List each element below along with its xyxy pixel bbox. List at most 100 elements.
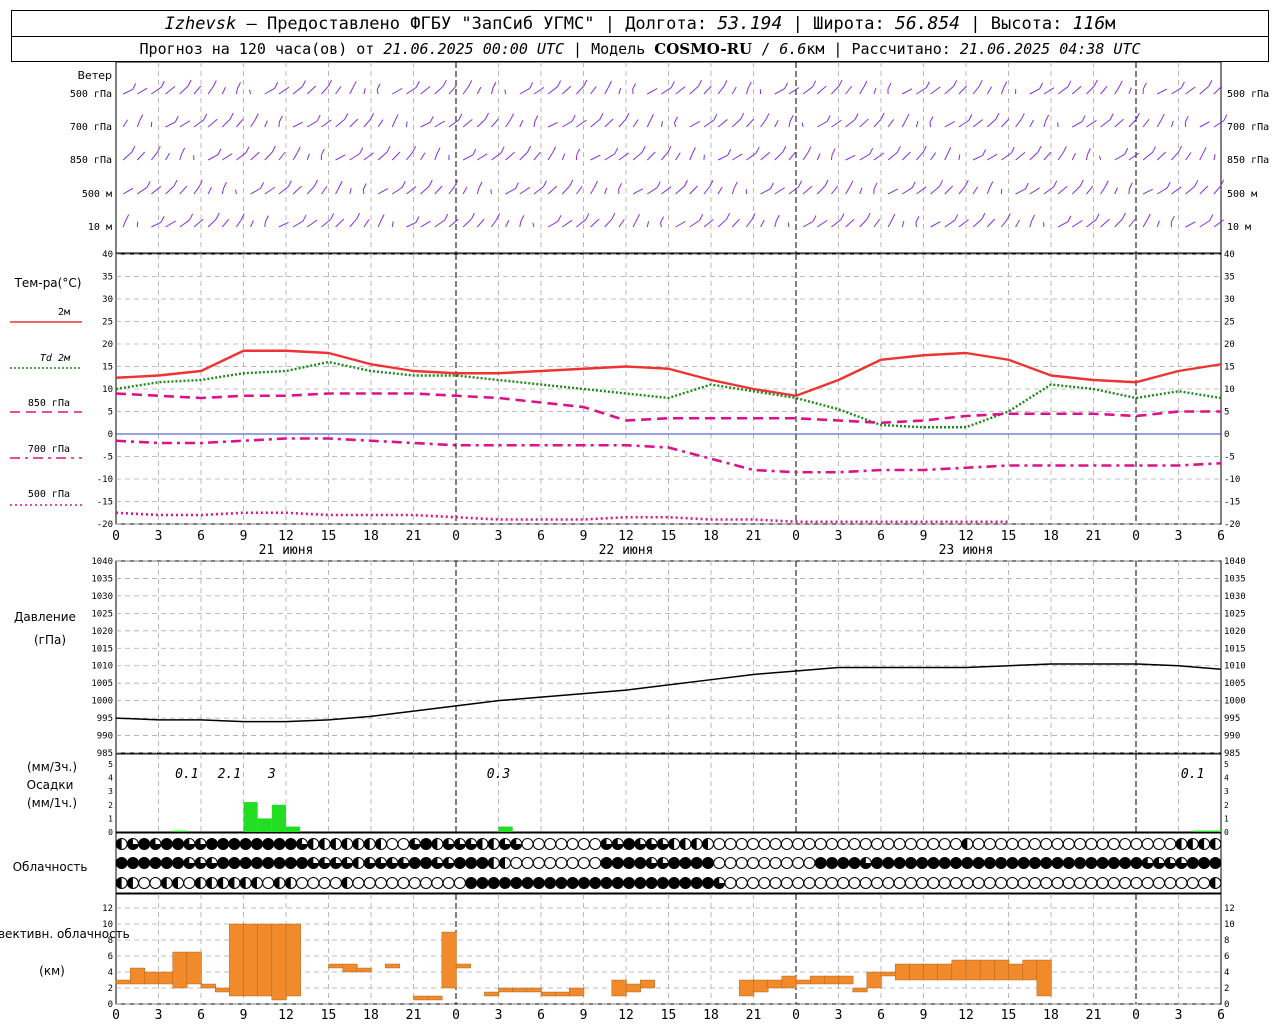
wind-barb-flag [713, 113, 718, 121]
wind-barb [887, 151, 898, 161]
wind-barb [547, 86, 558, 95]
wind-barb [590, 118, 601, 128]
wind-barb [1100, 85, 1108, 95]
wind-barb-flag [344, 113, 349, 120]
wind-barb [448, 119, 460, 128]
cloud-cover-symbol [769, 838, 782, 850]
wind-barb-flag [429, 116, 434, 123]
wind-barb [618, 152, 630, 161]
convective-cloud-bar [214, 987, 231, 993]
cloud-cover-fill [431, 838, 438, 850]
wind-barb [660, 222, 662, 228]
cloud-cover-fill [1209, 877, 1216, 889]
cloud-cover-symbol [893, 857, 906, 869]
cloud-cover-symbol [172, 838, 185, 850]
convective-axis-hour-label: 3 [1175, 1008, 1183, 1023]
wind-barb [703, 219, 714, 228]
temperature-legend-label: Td 2м [40, 353, 71, 364]
wind-barb [774, 187, 786, 195]
cloud-cover-symbol [420, 877, 433, 889]
wind-barb-flag [1118, 80, 1123, 87]
wind-level-label-right: 500 м [1227, 189, 1257, 200]
cloud-cover-fill [691, 838, 697, 850]
convective-cloud-bar [994, 959, 1010, 981]
wind-barb [462, 186, 468, 195]
cloud-cover-symbol [1040, 857, 1053, 869]
wind-barb [349, 118, 359, 128]
wind-barb-flag [747, 81, 752, 89]
convective-axis-hour-label: 21 [746, 1008, 762, 1023]
wind-barb-flag [376, 83, 381, 90]
wind-barb-flag [160, 215, 165, 223]
wind-barb [689, 185, 698, 195]
wind-barb [845, 186, 851, 195]
cloud-cover-symbol [600, 857, 613, 869]
cloud-cover-symbol [1040, 877, 1053, 889]
wind-barb [505, 151, 515, 161]
cloud-cover-symbol [521, 857, 534, 869]
convective-cloud-bar [866, 971, 882, 989]
wind-barb [958, 119, 970, 128]
temperature-panel-ytick-left: 10 [102, 385, 113, 395]
wind-barb [1114, 218, 1123, 228]
convective-cloud-bar [540, 991, 556, 997]
wind-barb-flag [869, 147, 874, 155]
wind-barb [1100, 186, 1106, 195]
wind-barb [590, 186, 596, 195]
precip-3h-total: 0.1 [1181, 767, 1204, 782]
cloud-cover-fill [1198, 838, 1205, 850]
wind-barb [1171, 151, 1179, 161]
wind-barb-flag [585, 213, 590, 220]
wind-barb [151, 186, 162, 195]
cloud-cover-symbol [1051, 838, 1064, 850]
cloud-cover-symbol [352, 877, 365, 889]
wind-barb [944, 153, 949, 161]
wind-barb [802, 185, 813, 195]
cloud-cover-symbol [623, 877, 636, 889]
wind-barb [986, 118, 997, 128]
convective-axis-hour-label: 18 [703, 1008, 719, 1023]
wind-barb [235, 219, 242, 228]
wind-barb-flag [1031, 214, 1036, 222]
wind-barb [1086, 185, 1094, 195]
temperature-axis-hour-label: 0 [112, 529, 120, 544]
cloud-cover-fill [476, 838, 483, 850]
wind-barb [236, 152, 247, 161]
wind-barb-flag [245, 146, 250, 153]
wind-barb [845, 218, 855, 228]
cloud-cover-symbol [916, 857, 929, 869]
wind-barb [647, 88, 658, 95]
cloud-cover-symbol [1017, 838, 1030, 850]
cloud-cover-symbol [1130, 857, 1143, 869]
temperature-axis-hour-label: 6 [537, 529, 545, 544]
wind-barb [306, 120, 318, 128]
cloud-cover-symbol [995, 877, 1008, 889]
temperature-axis-hour-label: 6 [1217, 529, 1225, 544]
convective-axis-hour-label: 18 [1043, 1008, 1059, 1023]
convective-ytick-left: 2 [108, 984, 113, 994]
cloud-cover-symbol [724, 877, 737, 889]
cloud-cover-fill [206, 877, 212, 889]
wind-barb [434, 219, 445, 228]
convective-ytick-right: 10 [1224, 920, 1235, 930]
convective-ytick-right: 4 [1224, 968, 1229, 978]
wind-barb [576, 119, 587, 128]
wind-title: Ветер [78, 69, 112, 82]
wind-barb [788, 121, 791, 128]
wind-barb [661, 151, 669, 161]
cloud-cover-symbol [521, 877, 534, 889]
cloud-cover-symbol [803, 838, 816, 850]
wind-barb [717, 154, 728, 161]
convective-cloud-bar [441, 931, 457, 989]
wind-barb [391, 151, 401, 161]
wind-barb [1142, 152, 1153, 161]
wind-barb-flag [684, 179, 688, 187]
pressure-panel-ytick-right: 990 [1224, 732, 1240, 742]
cloud-cover-fill [251, 877, 257, 889]
wind-barb [420, 185, 430, 195]
pressure-panel-ytick-right: 985 [1224, 749, 1240, 759]
pressure-panel-ytick-left: 1015 [91, 644, 113, 654]
convective-ytick-left: 4 [108, 968, 113, 978]
wind-barb-flag [1109, 113, 1114, 120]
wind-barb-flag [359, 147, 364, 154]
